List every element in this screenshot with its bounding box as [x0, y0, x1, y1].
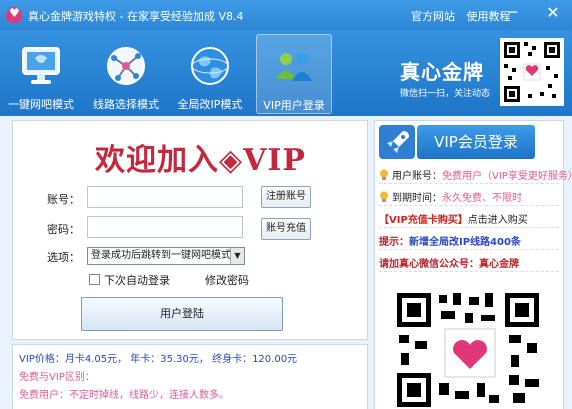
lightbulb-icon	[380, 169, 388, 180]
tab-label: VIP用户登录	[263, 99, 325, 112]
password-input[interactable]	[87, 216, 243, 238]
divider	[379, 183, 559, 184]
change-password-link[interactable]: 修改密码	[205, 272, 249, 288]
wechat-value: 真心金牌	[479, 259, 519, 270]
title-bar: 真心金牌游戏特权 - 在家享受经验加成 V8.4 官方网站 使用教程 ─ ✕	[0, 0, 572, 30]
auto-login-label: 下次自动登录	[104, 274, 170, 287]
price-info-panel: VIP价格：月卡4.05元， 年卡：35.30元， 终身卡：120.00元 免费…	[12, 344, 368, 409]
vip-price-text: VIP价格：月卡4.05元， 年卡：35.30元， 终身卡：120.00元	[19, 354, 298, 365]
brand-subtitle: 微信扫一扫，关注动态	[400, 89, 491, 99]
app-heart-logo-icon	[6, 6, 22, 23]
recharge-link[interactable]: 点击进入购买	[468, 215, 528, 226]
rocket-icon	[379, 125, 415, 159]
wechat-qr-code-large-icon	[389, 287, 549, 409]
account-input[interactable]	[87, 186, 243, 208]
divider	[379, 271, 559, 272]
window-title: 真心金牌游戏特权 - 在家享受经验加成 V8.4	[28, 10, 244, 23]
free-user-note: 免费用户：不定时掉线，线路少，连接人数多。	[19, 390, 229, 401]
password-label: 密码：	[47, 223, 80, 236]
wechat-qr-code-icon	[500, 38, 564, 106]
close-button[interactable]: ✕	[540, 2, 566, 24]
vip-users-icon	[276, 53, 312, 81]
auto-login-checkbox[interactable]	[89, 274, 100, 285]
account-label: 账号：	[47, 193, 80, 206]
login-option-select[interactable]: 登录成功后跳转到一键网吧模式 ▼	[87, 247, 245, 265]
register-account-button[interactable]: 注册账号	[261, 186, 311, 208]
account-recharge-button[interactable]: 账号充值	[261, 218, 311, 240]
recharge-tag: 【VIP充值卡购买】	[379, 215, 468, 226]
tip-row: 提示：新增全局改IP线路400条	[379, 233, 521, 248]
brand-name: 真心金牌	[400, 60, 484, 84]
expire-value: 永久免费、不限时	[442, 193, 522, 204]
divider	[379, 205, 559, 206]
divider	[379, 227, 559, 228]
option-label: 选项：	[47, 251, 80, 264]
free-vs-vip-title: 免费与VIP区别：	[19, 372, 95, 383]
tab-label: 一键网吧模式	[8, 98, 74, 111]
welcome-banner: 欢迎加入◈VIP	[95, 143, 306, 178]
globe-icon	[191, 47, 229, 85]
tab-global-ip-mode[interactable]: 全局改IP模式	[168, 34, 252, 114]
chevron-down-icon: ▼	[230, 248, 244, 264]
selected-option: 登录成功后跳转到一键网吧模式	[91, 250, 231, 261]
vip-info-panel: VIP会员登录 用户账号：免费用户（VIP享受更好服务） 到期时间：永久免费、不…	[374, 120, 572, 409]
account-info-value: 免费用户（VIP享受更好服务）	[442, 171, 572, 182]
divider	[379, 249, 559, 250]
main-toolbar: 一键网吧模式 线路选择模式 全局改IP模式 VIP用户登录 真心金牌 微信扫一扫…	[0, 30, 572, 116]
tab-internet-cafe-mode[interactable]: 一键网吧模式	[0, 34, 82, 114]
route-nodes-icon	[107, 47, 145, 85]
lightbulb-icon	[380, 191, 388, 202]
tip-label: 提示：	[379, 237, 409, 248]
expire-info-row: 到期时间：永久免费、不限时	[379, 189, 522, 204]
monitor-icon	[22, 47, 60, 84]
user-login-button[interactable]: 用户登陆	[81, 297, 283, 331]
tab-vip-login[interactable]: VIP用户登录	[256, 34, 332, 114]
expire-label: 到期时间：	[392, 193, 442, 204]
minimize-button[interactable]: ─	[500, 2, 526, 24]
tip-value: 新增全局改IP线路400条	[409, 237, 521, 248]
wechat-label: 请加真心微信公众号：	[379, 259, 479, 270]
tab-label: 全局改IP模式	[177, 98, 243, 111]
wechat-row: 请加真心微信公众号：真心金牌	[379, 255, 519, 270]
vip-member-login-button[interactable]: VIP会员登录	[417, 125, 535, 159]
tab-label: 线路选择模式	[93, 98, 159, 111]
account-info-label: 用户账号：	[392, 171, 442, 182]
account-info-row: 用户账号：免费用户（VIP享受更好服务）	[379, 167, 572, 182]
official-site-link[interactable]: 官方网站	[411, 10, 455, 23]
login-panel: 欢迎加入◈VIP 账号： 注册账号 密码： 账号充值 选项： 登录成功后跳转到一…	[12, 120, 368, 340]
tab-route-select-mode[interactable]: 线路选择模式	[86, 34, 166, 114]
recharge-row: 【VIP充值卡购买】点击进入购买	[379, 211, 528, 226]
